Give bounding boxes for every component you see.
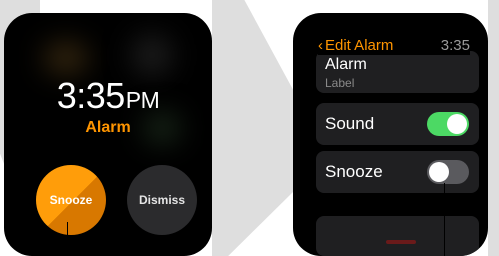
callout-line-snooze-toggle [444, 183, 445, 256]
status-clock: 3:35 [440, 36, 470, 54]
back-button[interactable]: ‹ Edit Alarm [318, 37, 393, 54]
delete-row-partial-mark [386, 240, 416, 244]
alarm-time-ampm: PM [125, 87, 160, 113]
snooze-label: Snooze [325, 162, 383, 181]
alarm-label-subtitle: Label [325, 76, 355, 90]
watch-alarm-alert-screen: 3:35PM Alarm Snooze Dismiss [4, 13, 212, 256]
nav-bar: ‹ Edit Alarm 3:35 [318, 35, 470, 55]
chevron-left-icon: ‹ [318, 36, 323, 54]
sound-row[interactable]: Sound [316, 103, 479, 145]
toggle-knob [429, 162, 449, 182]
snooze-toggle[interactable] [427, 160, 469, 184]
watch-edit-alarm-screen: Alarm Label ‹ Edit Alarm 3:35 Sound Snoo… [293, 13, 488, 256]
background-blur [44, 43, 88, 73]
background-shape-center [212, 0, 293, 256]
toggle-knob [447, 114, 467, 134]
delete-row[interactable] [316, 216, 479, 256]
alarm-time: 3:35PM [4, 75, 212, 117]
sound-toggle[interactable] [427, 112, 469, 136]
snooze-row[interactable]: Snooze [316, 151, 479, 193]
callout-line-snooze-button [67, 222, 68, 256]
alarm-label-title: Alarm [325, 56, 367, 73]
alarm-title: Alarm [85, 119, 131, 136]
back-label: Edit Alarm [325, 36, 394, 54]
background-blur [132, 35, 172, 75]
alarm-label-row[interactable]: Alarm Label [316, 51, 479, 93]
snooze-button[interactable]: Snooze [36, 165, 106, 235]
dismiss-button[interactable]: Dismiss [127, 165, 197, 235]
sound-label: Sound [325, 114, 375, 133]
background-shape-right [488, 0, 499, 256]
alarm-time-value: 3:35 [56, 75, 126, 116]
